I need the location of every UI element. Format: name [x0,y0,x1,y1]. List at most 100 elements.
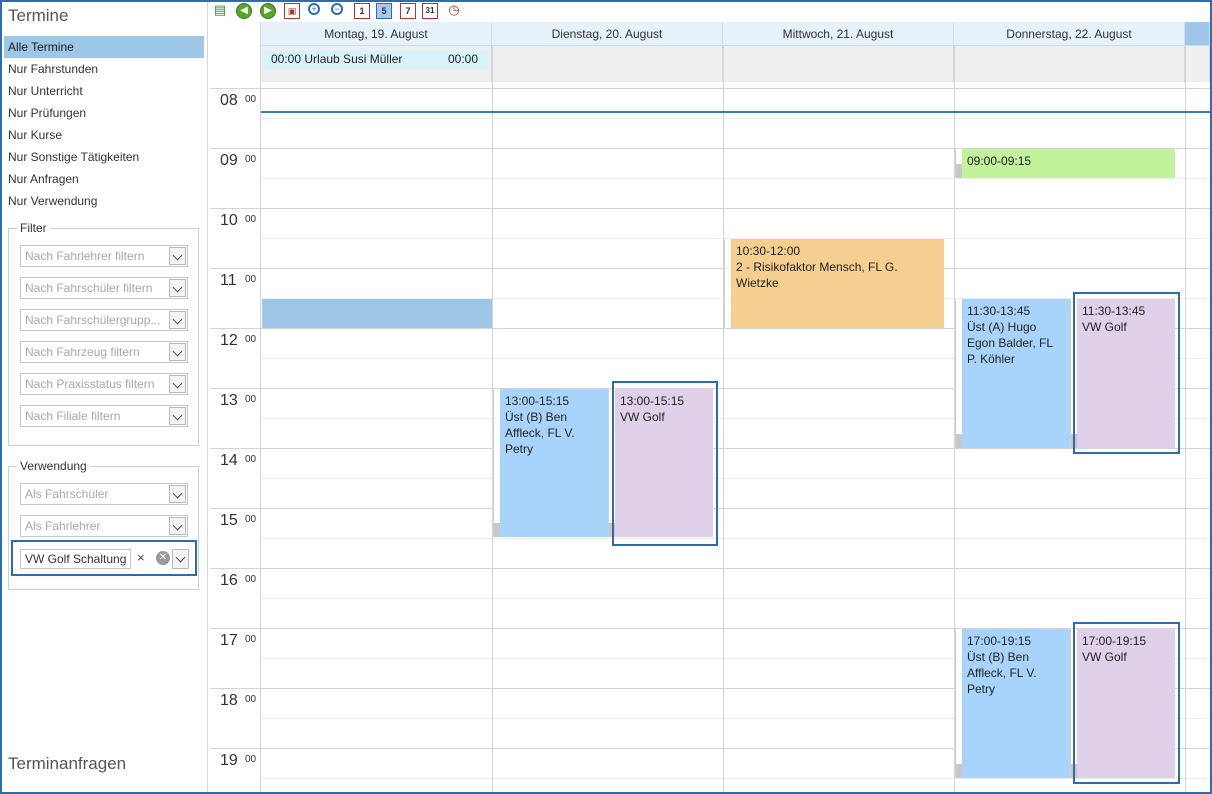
allday-cell-monday[interactable]: 00:00 Urlaub Susi Müller 00:00 [261,46,492,82]
event-time: 09:00-09:15 [967,154,1032,168]
chevron-down-icon[interactable] [169,311,186,329]
appointment-thu-uest-1[interactable]: 11:30-13:45 Üst (A) Hugo Egon Balder, FL… [962,299,1070,448]
day-header-tuesday[interactable]: Dienstag, 20. August [492,22,723,46]
hour-minutes: 00 [245,454,257,465]
fahrzeug-verwendung-combo[interactable]: VW Golf Schaltung × ✕ [11,540,197,576]
appointment-tue-uest[interactable]: 13:00-15:15 Üst (B) Ben Affleck, FL V. P… [500,389,608,537]
event-gutter [955,629,962,778]
hour-label: 10 00 [210,208,261,268]
verwendung-group: Verwendung Als Fahrschüler Als Fahrlehre… [8,459,199,590]
hour-number: 10 [220,212,238,229]
hour-number: 15 [220,512,238,529]
appointment-type-nav: Alle Termine Nur Fahrstunden Nur Unterri… [4,36,204,212]
nav-item-anfragen[interactable]: Nur Anfragen [4,168,204,190]
timeline-icon[interactable]: ◷ [446,3,462,19]
chevron-down-icon[interactable] [169,485,186,503]
day-header-wednesday[interactable]: Mittwoch, 21. August [723,22,954,46]
vehicle-highlight-outline [612,381,718,546]
event-text: Üst (B) Ben Affleck, FL V. Petry [505,410,575,456]
hour-number: 09 [220,152,238,169]
chevron-down-icon[interactable] [169,375,186,393]
hour-grid-line [261,568,1210,569]
event-text: Üst (B) Ben Affleck, FL V. Petry [967,650,1037,696]
hour-minutes: 00 [245,214,257,225]
event-time: 11:30-13:45 [967,304,1031,318]
nav-item-alle-termine[interactable]: Alle Termine [4,36,204,58]
fahrzeug-filter-combo[interactable]: Nach Fahrzeug filtern [20,341,188,363]
allday-cell-wednesday[interactable] [723,46,954,82]
zoom-in-icon[interactable]: + [308,3,320,15]
chevron-down-icon[interactable] [169,407,186,425]
allday-event[interactable]: 00:00 Urlaub Susi Müller 00:00 [263,50,488,69]
hour-label: 15 00 [210,508,261,568]
hour-minutes: 00 [245,574,257,585]
hour-label: 14 00 [210,448,261,508]
allday-cell-tuesday[interactable] [492,46,723,82]
hour-number: 19 [220,752,238,769]
chevron-down-icon[interactable] [169,343,186,361]
filiale-filter-combo[interactable]: Nach Filiale filtern [20,405,188,427]
back-icon[interactable]: ◀ [236,3,252,19]
new-appointment-icon[interactable]: ▤ [212,3,228,19]
hour-label: 18 00 [210,688,261,748]
allday-cell-thursday[interactable] [954,46,1185,82]
chevron-down-icon[interactable] [169,247,186,265]
forward-icon[interactable]: ▶ [260,3,276,19]
fahrschuelergruppe-filter-combo[interactable]: Nach Fahrschülergrupp... [20,309,188,331]
praxisstatus-filter-combo[interactable]: Nach Praxisstatus filtern [20,373,188,395]
event-gutter [724,239,731,328]
appointment-wed-theory[interactable]: 10:30-12:00 2 - Risikofaktor Mensch, FL … [731,239,944,328]
allday-event-title: Urlaub Susi Müller [304,52,403,66]
hour-minutes: 00 [245,94,257,105]
hour-label: 09 00 [210,148,261,208]
chevron-down-icon[interactable] [172,549,189,569]
nav-item-unterricht[interactable]: Nur Unterricht [4,80,204,102]
allday-event-end: 00:00 [447,52,478,66]
workweek-view-icon[interactable]: 5 [376,3,392,19]
event-time: 13:00-15:15 [505,394,570,408]
fahrlehrer-filter-combo[interactable]: Nach Fahrlehrer filtern [20,245,188,267]
chevron-down-icon[interactable] [169,279,186,297]
als-fahrlehrer-combo[interactable]: Als Fahrlehrer [20,515,188,537]
hour-number: 12 [220,332,238,349]
nav-item-fahrstunden[interactable]: Nur Fahrstunden [4,58,204,80]
appointment-thu-green[interactable]: 09:00-09:15 [962,149,1175,178]
hour-minutes: 00 [245,754,257,765]
nav-item-verwendung[interactable]: Nur Verwendung [4,190,204,212]
day-header-thursday[interactable]: Donnerstag, 22. August [954,22,1185,46]
combo-placeholder: Nach Fahrschülergrupp... [25,313,161,327]
hour-number: 14 [220,452,238,469]
fahrschueler-filter-combo[interactable]: Nach Fahrschüler filtern [20,277,188,299]
week-view-icon[interactable]: 7 [400,3,416,19]
nav-item-pruefungen[interactable]: Nur Prüfungen [4,102,204,124]
half-hour-grid-line [261,538,1210,539]
combo-placeholder: Als Fahrlehrer [25,519,101,533]
combo-placeholder: Nach Praxisstatus filtern [25,377,155,391]
remove-token-icon[interactable]: × [137,550,145,565]
day-header-friday[interactable] [1185,22,1210,46]
current-time-line [261,111,1210,113]
clear-selection-icon[interactable]: ✕ [156,551,170,565]
hour-minutes: 00 [245,394,257,405]
hour-number: 13 [220,392,238,409]
hour-number: 11 [220,272,237,289]
combo-placeholder: Als Fahrschüler [25,487,109,501]
nav-item-sonstige[interactable]: Nur Sonstige Tätigkeiten [4,146,204,168]
event-gutter [955,299,962,448]
hour-label: 08 00 [210,88,261,148]
month-view-icon[interactable]: 31 [422,3,438,19]
hour-minutes: 00 [245,334,257,345]
half-hour-grid-line [261,118,1210,119]
nav-item-kurse[interactable]: Nur Kurse [4,124,204,146]
day-view-icon[interactable]: 1 [354,3,370,19]
today-icon[interactable]: ▣ [284,3,300,19]
zoom-out-icon[interactable]: − [331,3,343,15]
chevron-down-icon[interactable] [169,517,186,535]
day-header-monday[interactable]: Montag, 19. August [261,22,492,46]
event-time: 17:00-19:15 [967,634,1032,648]
allday-cell-friday[interactable] [1185,46,1210,82]
als-fahrschueler-combo[interactable]: Als Fahrschüler [20,483,188,505]
selected-time-slot[interactable] [262,299,492,328]
event-gutter [493,389,500,537]
appointment-thu-uest-2[interactable]: 17:00-19:15 Üst (B) Ben Affleck, FL V. P… [962,629,1070,778]
